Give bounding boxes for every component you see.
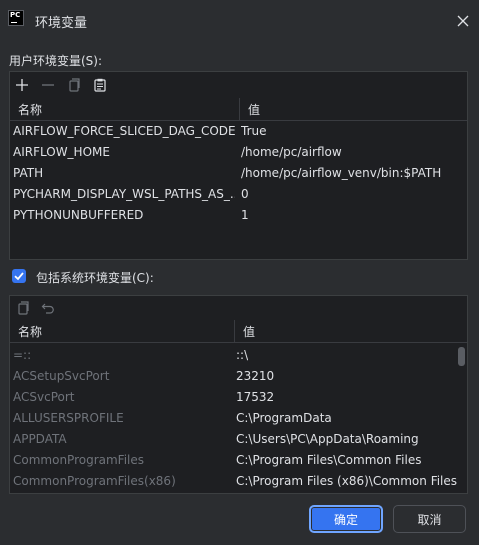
checkmark-icon xyxy=(14,272,24,281)
paste-icon[interactable] xyxy=(92,77,108,93)
system-variables-panel: 名称 值 =:: ::\ ACSetupSvcPort 23210 ACSvcP… xyxy=(9,295,468,494)
plus-icon[interactable] xyxy=(14,77,30,93)
dialog-title: 环境变量 xyxy=(35,16,88,31)
variable-name: PYTHONUNBUFFERED xyxy=(13,208,144,222)
variable-value: C:\ProgramData xyxy=(236,411,332,425)
variable-name: CommonProgramFiles xyxy=(13,453,145,467)
undo-icon[interactable] xyxy=(40,300,56,316)
variable-name: AIRFLOW_FORCE_SLICED_DAG_CODE xyxy=(13,124,235,138)
cancel-button[interactable]: 取消 xyxy=(393,505,466,533)
system-variables-scrollbar[interactable] xyxy=(458,347,465,366)
user-variables-panel: 名称 值 AIRFLOW_FORCE_SLICED_DAG_CODE True … xyxy=(9,71,468,260)
table-row[interactable]: PYTHONUNBUFFERED 1 xyxy=(10,206,467,227)
value-column-header[interactable]: 值 xyxy=(248,101,260,118)
variable-value: /home/pc/airflow xyxy=(241,145,342,159)
variable-value: 0 xyxy=(241,187,249,201)
include-system-variables-label[interactable]: 包括系统环境变量(C): xyxy=(36,269,154,286)
variable-value: 23210 xyxy=(236,369,275,383)
table-row[interactable]: AIRFLOW_FORCE_SLICED_DAG_CODE True xyxy=(10,122,467,143)
variable-value: 1 xyxy=(241,208,249,222)
table-row[interactable]: ACSetupSvcPort 23210 xyxy=(10,367,467,388)
value-column-header[interactable]: 值 xyxy=(243,323,255,340)
table-row[interactable]: ACSvcPort 17532 xyxy=(10,388,467,409)
variable-value: /home/pc/airflow_venv/bin:$PATH xyxy=(241,166,442,180)
variable-value: ::\ xyxy=(236,348,249,362)
variable-name: ACSvcPort xyxy=(13,390,75,404)
variable-value: True xyxy=(241,124,267,138)
variable-name: ALLUSERSPROFILE xyxy=(13,411,124,425)
minus-icon[interactable] xyxy=(40,77,56,93)
title-bar: PC 环境变量 xyxy=(0,0,479,42)
variable-name: =:: xyxy=(13,348,32,362)
variable-name: PATH xyxy=(13,166,44,180)
column-divider[interactable] xyxy=(239,98,240,120)
table-row[interactable]: CommonProgramFiles(x86) C:\Program Files… xyxy=(10,472,467,493)
variable-name: AIRFLOW_HOME xyxy=(13,145,110,159)
variable-value: C:\Program Files (x86)\Common Files xyxy=(236,474,458,488)
table-row[interactable]: PATH /home/pc/airflow_venv/bin:$PATH xyxy=(10,164,467,185)
name-column-header[interactable]: 名称 xyxy=(18,101,42,118)
ok-button[interactable]: 确定 xyxy=(309,505,383,533)
copy-icon[interactable] xyxy=(66,77,82,93)
table-row[interactable]: APPDATA C:\Users\PC\AppData\Roaming xyxy=(10,430,467,451)
table-row[interactable]: PYCHARM_DISPLAY_WSL_PATHS_AS_... 0 xyxy=(10,185,467,206)
column-divider[interactable] xyxy=(234,320,235,342)
user-variables-toolbar xyxy=(10,72,467,99)
table-row[interactable]: AIRFLOW_HOME /home/pc/airflow xyxy=(10,143,467,164)
variable-name: CommonProgramFiles(x86) xyxy=(13,474,176,488)
close-icon[interactable] xyxy=(456,14,470,28)
user-variables-header: 名称 值 xyxy=(10,98,467,121)
copy-icon[interactable] xyxy=(15,300,31,316)
include-system-variables-checkbox[interactable] xyxy=(12,269,26,283)
variable-value: C:\Program Files\Common Files xyxy=(236,453,422,467)
name-column-header[interactable]: 名称 xyxy=(18,323,42,340)
user-variables-label: 用户环境变量(S): xyxy=(9,54,103,68)
table-row[interactable]: =:: ::\ xyxy=(10,346,467,367)
variable-value: 17532 xyxy=(236,390,275,404)
variable-name: ACSetupSvcPort xyxy=(13,369,110,383)
table-row[interactable]: CommonProgramFiles C:\Program Files\Comm… xyxy=(10,451,467,472)
table-row[interactable]: ALLUSERSPROFILE C:\ProgramData xyxy=(10,409,467,430)
variable-name: APPDATA xyxy=(13,432,67,446)
variable-value: C:\Users\PC\AppData\Roaming xyxy=(236,432,419,446)
pycharm-icon: PC xyxy=(8,10,24,26)
system-variables-header: 名称 值 xyxy=(10,320,467,343)
system-variables-toolbar xyxy=(10,296,467,321)
variable-name: PYCHARM_DISPLAY_WSL_PATHS_AS_... xyxy=(13,187,235,201)
